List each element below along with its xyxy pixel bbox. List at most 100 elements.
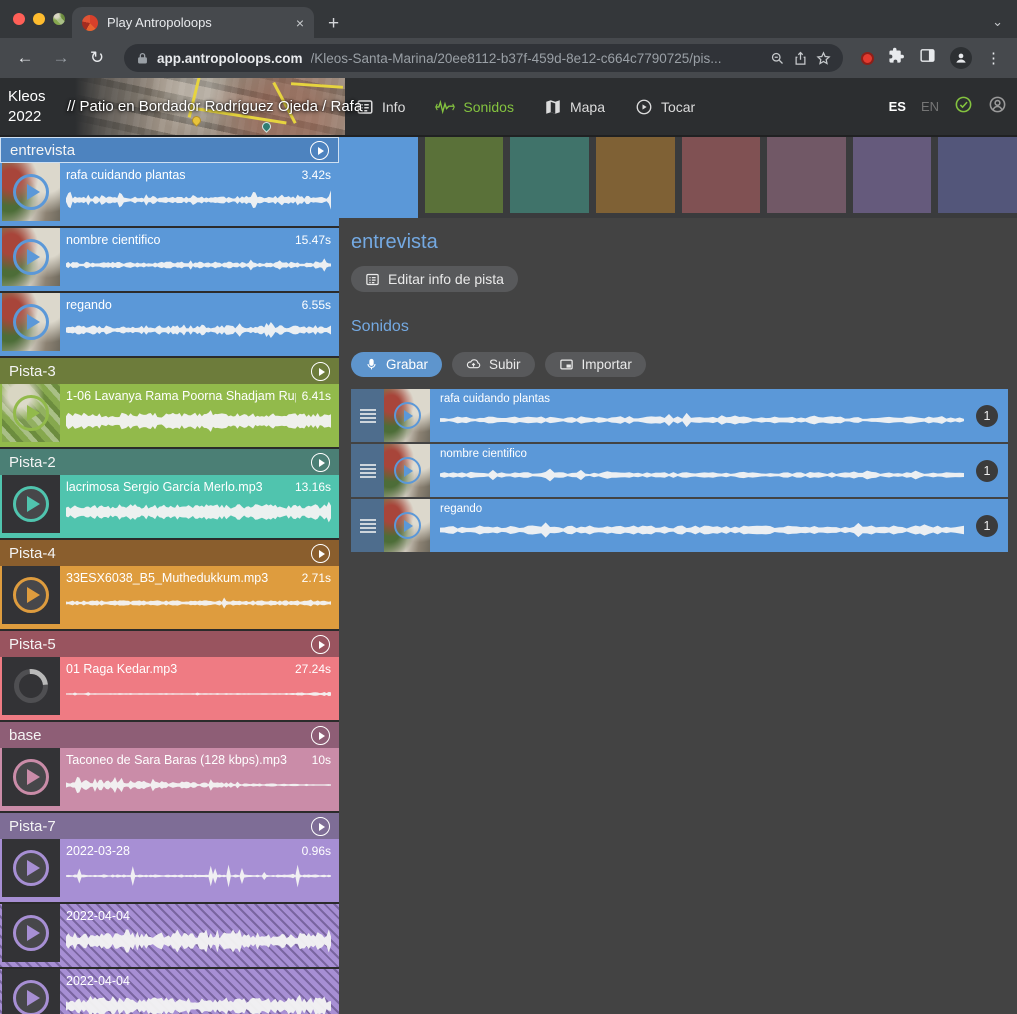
- sound-thumbnail[interactable]: [2, 293, 60, 351]
- track-play-icon[interactable]: [311, 453, 330, 472]
- play-overlay-icon[interactable]: [13, 577, 49, 613]
- play-overlay-icon[interactable]: [7, 662, 55, 710]
- import-button[interactable]: Importar: [545, 352, 646, 377]
- sound-thumbnail[interactable]: [2, 475, 60, 533]
- sound-thumbnail[interactable]: [384, 389, 430, 442]
- play-overlay-icon[interactable]: [13, 486, 49, 522]
- project-brand[interactable]: Kleos 2022: [8, 87, 46, 127]
- track-header[interactable]: Pista-5: [0, 631, 339, 657]
- track-play-icon[interactable]: [311, 635, 330, 654]
- track-play-icon[interactable]: [310, 141, 329, 160]
- tab-mapa[interactable]: Mapa: [544, 98, 605, 116]
- upload-button[interactable]: Subir: [452, 352, 535, 377]
- tab-search-chevron-icon[interactable]: ⌄: [992, 14, 1003, 30]
- sound-thumbnail[interactable]: [2, 904, 60, 962]
- tab-tocar[interactable]: Tocar: [635, 98, 695, 116]
- sidebar-sound-row[interactable]: 2022-04-04: [0, 969, 339, 1014]
- zoom-window-button[interactable]: [53, 13, 65, 25]
- track-color-swatch[interactable]: [938, 137, 1017, 213]
- play-overlay-icon[interactable]: [394, 402, 421, 429]
- sidebar-sound-row[interactable]: nombre cientifico 15.47s: [0, 228, 339, 291]
- browser-menu-icon[interactable]: ⋮: [986, 49, 1001, 67]
- play-overlay-icon[interactable]: [394, 512, 421, 539]
- play-overlay-icon[interactable]: [13, 915, 49, 951]
- zoom-indicator-icon[interactable]: [770, 51, 785, 66]
- reload-button[interactable]: ↻: [82, 48, 112, 68]
- main-sound-row[interactable]: rafa cuidando plantas 1: [351, 389, 1008, 442]
- track-header[interactable]: Pista-7: [0, 813, 339, 839]
- sidebar-sound-row[interactable]: 1-06 Lavanya Rama Poorna Shadjam Rupak..…: [0, 384, 339, 447]
- track-header[interactable]: Pista-3: [0, 358, 339, 384]
- track-header[interactable]: Pista-2: [0, 449, 339, 475]
- sound-thumbnail[interactable]: [2, 384, 60, 442]
- drag-handle-icon[interactable]: [351, 499, 384, 552]
- back-button[interactable]: ←: [10, 48, 40, 68]
- track-color-swatch[interactable]: [853, 137, 932, 213]
- play-overlay-icon[interactable]: [13, 239, 49, 275]
- play-overlay-icon[interactable]: [13, 980, 49, 1014]
- track-color-swatch[interactable]: [682, 137, 761, 213]
- play-overlay-icon[interactable]: [394, 457, 421, 484]
- sound-thumbnail[interactable]: [2, 163, 60, 221]
- sound-thumbnail[interactable]: [2, 839, 60, 897]
- track-play-icon[interactable]: [311, 362, 330, 381]
- lang-en-button[interactable]: EN: [921, 99, 939, 114]
- url-bar[interactable]: app.antropoloops.com/Kleos-Santa-Marina/…: [124, 44, 843, 72]
- track-header[interactable]: base: [0, 722, 339, 748]
- sidebar-sound-row[interactable]: lacrimosa Sergio García Merlo.mp3 13.16s: [0, 475, 339, 538]
- sidebar-sound-row[interactable]: 2022-04-04: [0, 904, 339, 967]
- main-sound-row[interactable]: regando 1: [351, 499, 1008, 552]
- sound-thumbnail[interactable]: [2, 566, 60, 624]
- sound-title: regando: [440, 503, 964, 515]
- sound-thumbnail[interactable]: [384, 499, 430, 552]
- sound-thumbnail[interactable]: [2, 969, 60, 1014]
- sidebar-sound-row[interactable]: regando 6.55s: [0, 293, 339, 356]
- play-overlay-icon[interactable]: [13, 395, 49, 431]
- lang-es-button[interactable]: ES: [889, 99, 906, 114]
- minimize-window-button[interactable]: [33, 13, 45, 25]
- recording-indicator-icon[interactable]: [861, 52, 874, 65]
- track-header[interactable]: Pista-4: [0, 540, 339, 566]
- sidebar-sound-row[interactable]: 2022-03-28 0.96s: [0, 839, 339, 902]
- tab-info[interactable]: Info: [356, 98, 405, 116]
- tab-sonidos[interactable]: Sonidos: [435, 99, 514, 115]
- play-overlay-icon[interactable]: [13, 174, 49, 210]
- track-play-icon[interactable]: [311, 726, 330, 745]
- sidebar-sound-row[interactable]: Taconeo de Sara Baras (128 kbps).mp3 10s: [0, 748, 339, 811]
- track-play-icon[interactable]: [311, 817, 330, 836]
- forward-button[interactable]: →: [46, 48, 76, 68]
- play-overlay-icon[interactable]: [13, 759, 49, 795]
- play-overlay-icon[interactable]: [13, 304, 49, 340]
- drag-handle-icon[interactable]: [351, 389, 384, 442]
- profile-avatar[interactable]: [950, 47, 972, 69]
- drag-handle-icon[interactable]: [351, 444, 384, 497]
- track-color-swatch[interactable]: [510, 137, 589, 213]
- track-color-swatch[interactable]: [425, 137, 504, 213]
- sound-thumbnail[interactable]: [384, 444, 430, 497]
- new-tab-button[interactable]: +: [328, 14, 339, 33]
- account-user-icon[interactable]: [988, 95, 1007, 119]
- track-color-swatch[interactable]: [339, 137, 418, 218]
- sound-thumbnail[interactable]: [2, 748, 60, 806]
- track-header[interactable]: entrevista: [0, 137, 339, 163]
- browser-tab[interactable]: Play Antropoloops ×: [72, 7, 314, 38]
- side-panel-icon[interactable]: [919, 47, 936, 69]
- main-sound-row[interactable]: nombre cientifico 1: [351, 444, 1008, 497]
- sync-status-check-icon[interactable]: [954, 95, 973, 119]
- tab-close-icon[interactable]: ×: [296, 15, 304, 31]
- sidebar-sound-row[interactable]: 01 Raga Kedar.mp3 27.24s: [0, 657, 339, 720]
- record-button[interactable]: Grabar: [351, 352, 442, 377]
- sidebar-sound-row[interactable]: rafa cuidando plantas 3.42s: [0, 163, 339, 226]
- sidebar-sound-row[interactable]: 33ESX6038_B5_Muthedukkum.mp3 2.71s: [0, 566, 339, 629]
- close-window-button[interactable]: [13, 13, 25, 25]
- bookmark-star-icon[interactable]: [816, 51, 831, 66]
- extensions-puzzle-icon[interactable]: [888, 47, 905, 69]
- sound-thumbnail[interactable]: [2, 657, 60, 715]
- share-icon[interactable]: [793, 51, 808, 66]
- track-color-swatch[interactable]: [596, 137, 675, 213]
- play-overlay-icon[interactable]: [13, 850, 49, 886]
- edit-track-info-button[interactable]: Editar info de pista: [351, 266, 518, 292]
- track-color-swatch[interactable]: [767, 137, 846, 213]
- sound-thumbnail[interactable]: [2, 228, 60, 286]
- track-play-icon[interactable]: [311, 544, 330, 563]
